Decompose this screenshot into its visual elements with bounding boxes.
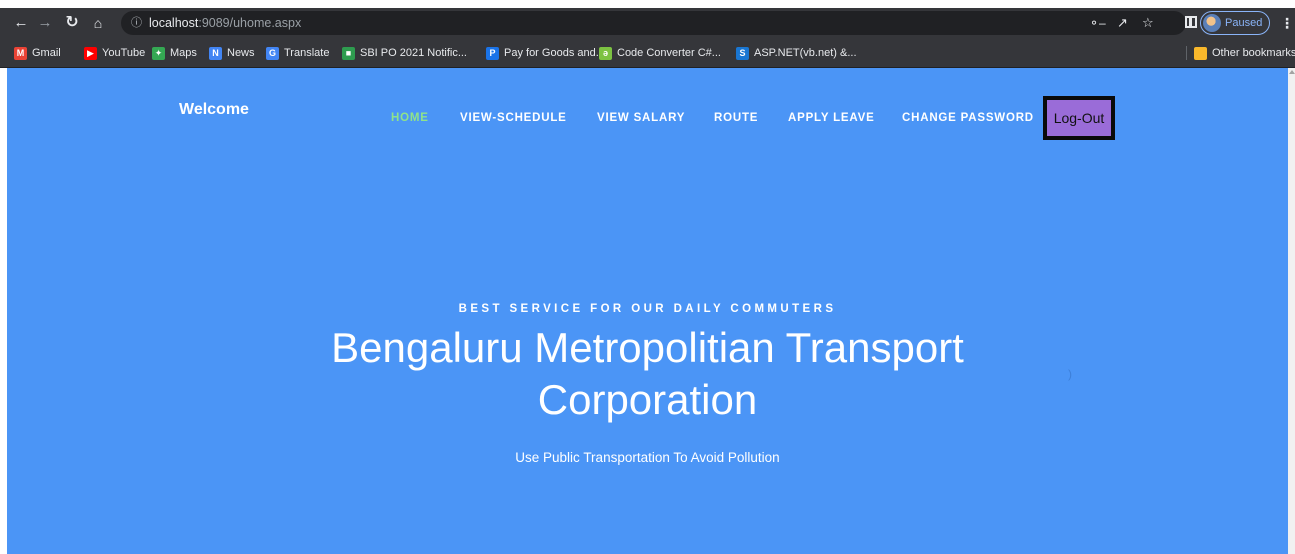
translate-icon: G bbox=[266, 46, 279, 60]
logout-button[interactable]: Log-Out bbox=[1043, 96, 1115, 140]
asp-icon: S bbox=[736, 46, 749, 60]
bookmark-item[interactable]: ■ SBI PO 2021 Notific... bbox=[342, 38, 467, 68]
bookmarks-divider bbox=[1186, 46, 1187, 60]
profile-button[interactable]: Paused bbox=[1200, 11, 1270, 35]
bookmark-label: Code Converter C#... bbox=[617, 47, 721, 59]
nav-view-salary[interactable]: VIEW SALARY bbox=[597, 112, 685, 124]
address-url: localhost:9089/uhome.aspx bbox=[149, 16, 302, 30]
key-icon[interactable]: ⚬– bbox=[1089, 11, 1106, 35]
tab-strip bbox=[0, 0, 1295, 8]
menu-kebab-icon[interactable]: ⋮ bbox=[1280, 12, 1294, 34]
side-panel-icon[interactable] bbox=[1185, 16, 1197, 28]
profile-status: Paused bbox=[1225, 17, 1263, 29]
stray-mark: ) bbox=[1068, 367, 1072, 381]
bookmark-item[interactable]: M Gmail bbox=[14, 38, 61, 68]
bookmarks-bar: Other bookmarks M Gmail ▶ YouTube ✦ Maps N News… bbox=[0, 38, 1295, 68]
page-margin bbox=[0, 68, 7, 554]
browser-toolbar: ← → ↻ ⌂ ⓘ localhost:9089/uhome.aspx ⚬– ↗… bbox=[0, 8, 1295, 38]
other-bookmarks-label: Other bookmarks bbox=[1212, 47, 1295, 59]
hero-eyebrow: BEST SERVICE FOR OUR DAILY COMMUTERS bbox=[458, 303, 837, 315]
converter-icon: ə bbox=[599, 46, 612, 60]
page-viewport: Welcome HOME VIEW-SCHEDULE VIEW SALARY R… bbox=[7, 68, 1288, 554]
nav-view-schedule[interactable]: VIEW-SCHEDULE bbox=[460, 112, 567, 124]
address-bar[interactable]: ⓘ localhost:9089/uhome.aspx ⚬– ↗ ☆ bbox=[121, 11, 1186, 35]
folder-icon bbox=[1194, 46, 1207, 60]
maps-icon: ✦ bbox=[152, 46, 165, 60]
hero-title: Bengaluru Metropolitian Transport Corpor… bbox=[7, 322, 1288, 426]
share-icon[interactable]: ↗ bbox=[1117, 11, 1128, 35]
nav-route[interactable]: ROUTE bbox=[714, 112, 758, 124]
scrollbar[interactable] bbox=[1288, 68, 1295, 554]
hero-title-line-2: Corporation bbox=[537, 376, 758, 423]
home-icon[interactable]: ⌂ bbox=[87, 12, 109, 34]
sbi-icon: ■ bbox=[342, 46, 355, 60]
reload-icon[interactable]: ↻ bbox=[61, 12, 83, 34]
other-bookmarks[interactable]: Other bookmarks bbox=[1194, 38, 1295, 68]
site-brand[interactable]: Welcome bbox=[179, 101, 249, 119]
hero-title-line-1: Bengaluru Metropolitian Transport bbox=[331, 324, 964, 371]
site-info-icon[interactable]: ⓘ bbox=[131, 11, 142, 35]
bookmark-item[interactable]: ə Code Converter C#... bbox=[599, 38, 721, 68]
avatar bbox=[1203, 14, 1221, 32]
bookmark-item[interactable]: ✦ Maps bbox=[152, 38, 197, 68]
bookmark-star-icon[interactable]: ☆ bbox=[1142, 11, 1154, 35]
gmail-icon: M bbox=[14, 46, 27, 60]
bookmark-item[interactable]: P Pay for Goods and... bbox=[486, 38, 605, 68]
nav-apply-leave[interactable]: APPLY LEAVE bbox=[788, 112, 875, 124]
news-icon: N bbox=[209, 46, 222, 60]
bookmark-label: Maps bbox=[170, 47, 197, 59]
bookmark-label: Translate bbox=[284, 47, 330, 59]
nav-change-password[interactable]: CHANGE PASSWORD bbox=[902, 112, 1034, 124]
youtube-icon: ▶ bbox=[84, 46, 97, 60]
hero-tagline: Use Public Transportation To Avoid Pollu… bbox=[515, 450, 780, 465]
forward-arrow-icon[interactable]: → bbox=[34, 12, 56, 34]
nav-home[interactable]: HOME bbox=[391, 112, 429, 124]
bookmark-item[interactable]: ▶ YouTube bbox=[84, 38, 145, 68]
paypal-icon: P bbox=[486, 46, 499, 60]
bookmark-item[interactable]: S ASP.NET(vb.net) &... bbox=[736, 38, 857, 68]
bookmark-label: Pay for Goods and... bbox=[504, 47, 605, 59]
bookmark-label: Gmail bbox=[32, 47, 61, 59]
bookmark-label: News bbox=[227, 47, 255, 59]
back-arrow-icon[interactable]: ← bbox=[10, 12, 32, 34]
bookmark-label: YouTube bbox=[102, 47, 146, 59]
bookmark-item[interactable]: N News bbox=[209, 38, 255, 68]
bookmark-label: ASP.NET(vb.net) &... bbox=[754, 47, 857, 59]
bookmark-item[interactable]: G Translate bbox=[266, 38, 329, 68]
bookmark-label: SBI PO 2021 Notific... bbox=[360, 47, 467, 59]
